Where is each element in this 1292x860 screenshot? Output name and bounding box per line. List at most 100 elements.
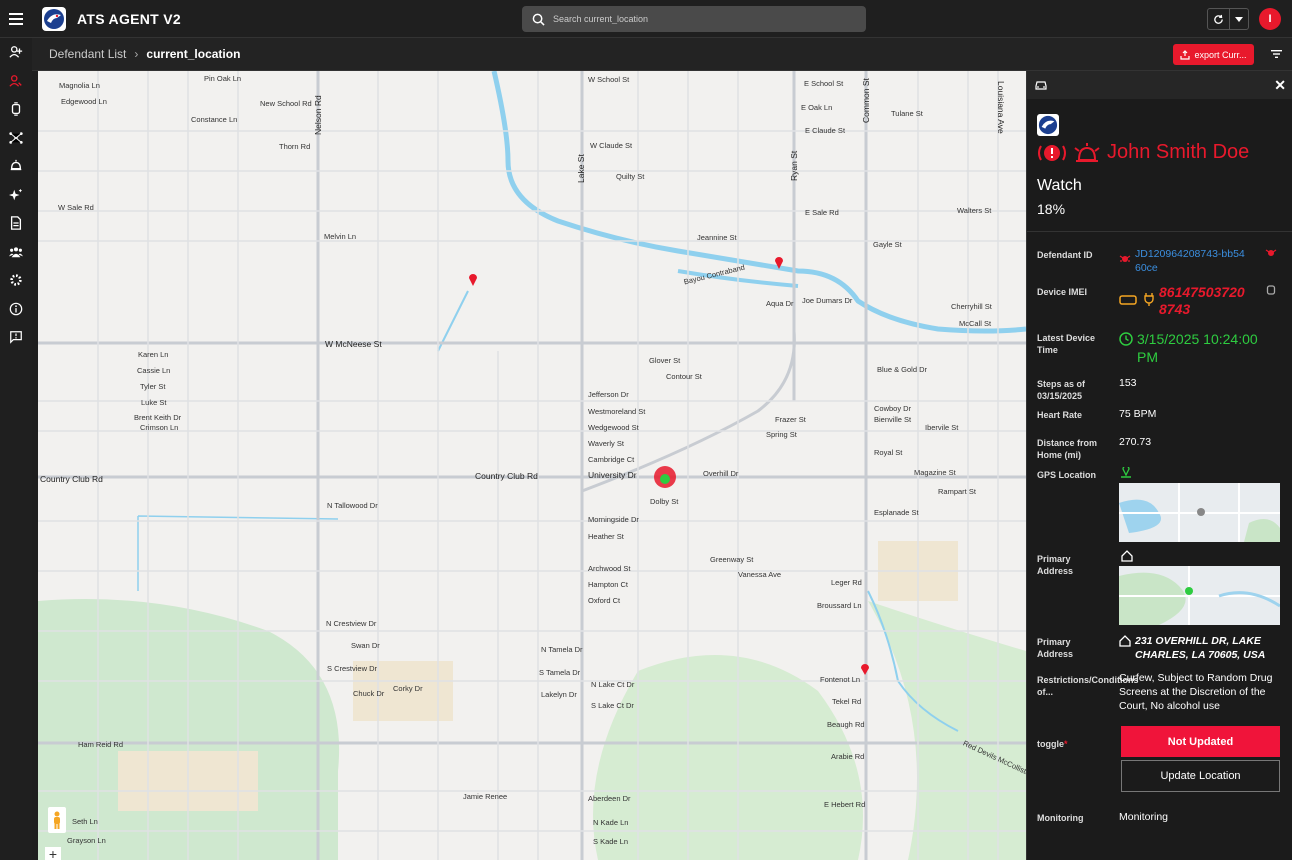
map-label: W Claude St <box>590 141 633 150</box>
map-label: Lake St <box>576 154 586 183</box>
zoom-in-button[interactable]: + <box>45 846 61 860</box>
restrictions-label: Restrictions/Conditions of... <box>1037 675 1139 697</box>
map-label: Overhill Dr <box>703 469 739 478</box>
map-label: Edgewood Ln <box>61 97 107 106</box>
app-title: ATS AGENT V2 <box>77 10 181 27</box>
primary-address-row: 231 OVERHILL DR, LAKE CHARLES, LA 70605,… <box>1119 634 1279 662</box>
info-icon[interactable] <box>0 295 32 324</box>
map-label: Chuck Dr <box>353 689 385 698</box>
car-icon <box>1035 81 1047 90</box>
add-user-icon[interactable] <box>0 38 32 67</box>
export-button[interactable]: export Curr... <box>1173 44 1254 65</box>
map-label: E Oak Ln <box>801 103 833 112</box>
top-bar: ATS AGENT V2 I <box>0 0 1292 38</box>
distance-label: Distance from Home (mi) <box>1037 438 1098 460</box>
map-label: Contour St <box>666 372 702 381</box>
map-label: Seth Ln <box>72 817 98 826</box>
map-label: Gayle St <box>873 240 902 249</box>
bug-icon <box>1119 255 1131 262</box>
map-label: Common St <box>861 78 871 123</box>
map-label: Tyler St <box>140 382 166 391</box>
map-label: E School St <box>804 79 844 88</box>
search-input[interactable] <box>553 14 853 24</box>
heart-rate-value: 75 BPM <box>1119 408 1157 420</box>
street-view-icon[interactable] <box>48 807 66 833</box>
primary-address-label-2: Primary Address <box>1037 637 1074 659</box>
distance-value: 270.73 <box>1119 436 1152 448</box>
map-label: Archwood St <box>588 564 631 573</box>
device-imei-row: 861475037208743 <box>1119 284 1251 318</box>
map-label: Waverly St <box>588 439 624 448</box>
avatar[interactable]: I <box>1259 8 1281 30</box>
divider <box>1027 231 1292 232</box>
update-location-button[interactable]: Update Location <box>1121 760 1280 792</box>
map-label: Fontenot Ln <box>820 675 861 684</box>
map-label: Cassie Ln <box>137 366 171 375</box>
map-label: Country Club Rd <box>475 471 538 481</box>
network-icon[interactable] <box>0 124 32 153</box>
document-icon[interactable] <box>0 209 32 238</box>
settings-icon[interactable] <box>0 266 32 295</box>
map-label: Glover St <box>649 356 681 365</box>
menu-icon[interactable] <box>0 0 32 38</box>
map-label: Melvin Ln <box>324 232 357 241</box>
map-label: Tekel Rd <box>832 697 862 706</box>
map-label: Aberdeen Dr <box>588 794 631 803</box>
breadcrumb-separator: › <box>134 47 139 61</box>
user-active-icon[interactable] <box>0 67 32 96</box>
app-logo <box>42 6 66 31</box>
filter-icon[interactable] <box>1268 46 1284 62</box>
gps-map-thumbnail[interactable] <box>1119 483 1280 542</box>
monitoring-label: Monitoring <box>1037 813 1084 823</box>
map-label: Ham Reid Rd <box>78 740 124 749</box>
map-label: Greenway St <box>710 555 754 564</box>
not-updated-button[interactable]: Not Updated <box>1121 726 1280 757</box>
map-label: Magnolia Ln <box>59 81 100 90</box>
alert-icon[interactable] <box>0 152 32 181</box>
latest-time-label: Latest Device Time <box>1037 333 1096 355</box>
defendant-name: John Smith Doe <box>1107 141 1250 163</box>
map-label: Magazine St <box>914 468 956 477</box>
sync-icon[interactable] <box>1208 9 1230 29</box>
alert-circle-icon <box>1038 144 1066 161</box>
chevron-down-icon[interactable] <box>1230 9 1248 29</box>
map-label: Beaugh Rd <box>827 720 865 729</box>
steps-label: Steps as of 03/15/2025 <box>1037 379 1086 401</box>
panel-header: ✕ <box>1027 71 1292 99</box>
group-icon[interactable] <box>0 238 32 267</box>
search-icon <box>532 13 545 26</box>
map-label: N Tamela Dr <box>541 645 583 654</box>
risk-percent: 18% <box>1037 201 1066 217</box>
map-label: E Hebert Rd <box>824 800 866 809</box>
map-label: W Sale Rd <box>58 203 94 212</box>
home-map-thumbnail[interactable] <box>1119 566 1280 625</box>
risk-status: Watch <box>1037 177 1082 194</box>
map-label: Hampton Ct <box>588 580 629 589</box>
defendant-id-row: JD120964208743-bb5460ce <box>1119 247 1245 275</box>
map-label: Corky Dr <box>393 684 423 693</box>
map-view[interactable]: Pin Oak Ln Magnolia Ln Edgewood Ln New S… <box>38 71 1026 860</box>
map-label: Karen Ln <box>138 350 169 359</box>
close-icon[interactable]: ✕ <box>1274 77 1286 94</box>
export-label: export Curr... <box>1194 49 1247 60</box>
map-label: Cambridge Ct <box>588 455 635 464</box>
breadcrumb-defendant-list[interactable]: Defendant List <box>49 47 126 61</box>
defendant-id-link[interactable]: JD120964208743-bb5460ce <box>1135 247 1245 275</box>
defendant-id-label: Defendant ID <box>1037 250 1093 260</box>
map-label: Dolby St <box>650 497 679 506</box>
search-bar[interactable] <box>522 6 866 32</box>
primary-address-label: Primary Address <box>1037 554 1074 576</box>
steps-value: 153 <box>1119 377 1137 389</box>
map-label: Country Club Rd <box>40 474 103 484</box>
map-label: N Crestview Dr <box>326 619 377 628</box>
left-rail <box>0 38 32 860</box>
map-label: University Dr <box>588 470 637 480</box>
map-label: Louisiana Ave <box>996 81 1006 134</box>
device-icon[interactable] <box>0 95 32 124</box>
sparkle-icon[interactable] <box>0 181 32 210</box>
map-label: Aqua Dr <box>766 299 794 308</box>
map-label: New School Rd <box>260 99 312 108</box>
feedback-icon[interactable] <box>0 323 32 352</box>
map-label: Nelson Rd <box>313 95 323 135</box>
map-base <box>38 71 1026 860</box>
